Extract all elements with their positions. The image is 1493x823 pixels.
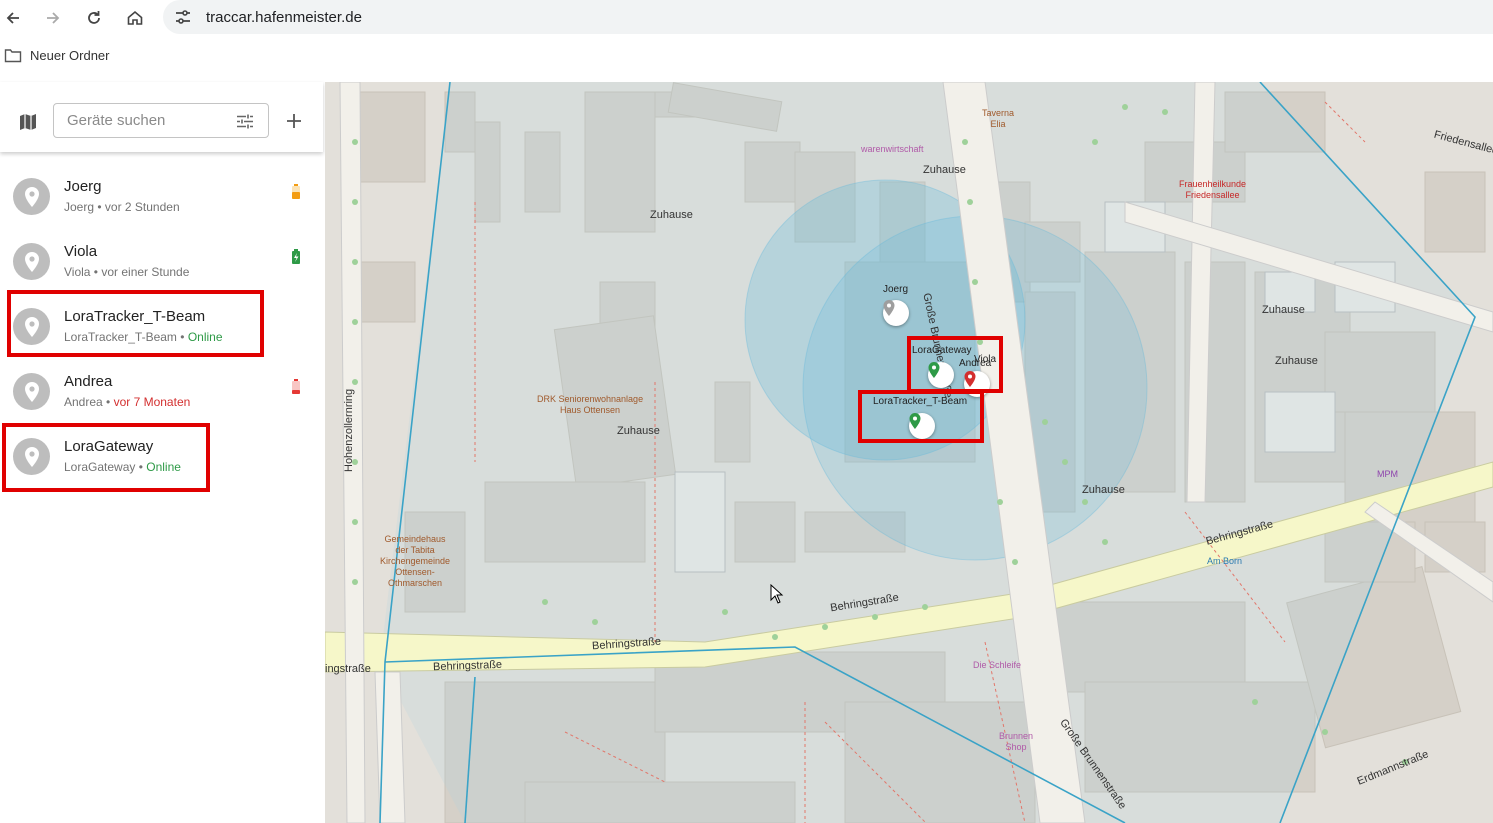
plus-icon: [287, 114, 301, 128]
marker-label-loratracker: LoraTracker_T-Beam: [873, 396, 968, 407]
street-label-hohenzollernring: Hohenzollernring: [343, 388, 355, 472]
street-label-behringstrasse: Behringstraße: [432, 658, 503, 674]
street-label-ringstrasse: ingstraße: [325, 663, 371, 675]
device-subtitle: Joerg • vor 2 Stunden: [64, 200, 180, 214]
device-name: LoraTracker_T-Beam: [64, 308, 206, 325]
device-status: vor einer Stunde: [101, 265, 190, 279]
location-pin-icon: [13, 438, 50, 475]
browser-toolbar: traccar.hafenmeister.de: [0, 0, 1493, 36]
home-icon: [127, 10, 143, 25]
device-search: [53, 103, 269, 138]
separator: •: [90, 265, 102, 279]
device-name: Andrea: [64, 373, 113, 390]
map-poi-drk: DRK Seniorenwohnanlage Haus Ottensen: [537, 394, 644, 415]
location-pin-icon: [13, 308, 50, 345]
separator: •: [135, 460, 147, 474]
battery-charging-icon: [291, 249, 301, 270]
device-subname: Joerg: [64, 200, 95, 214]
device-subtitle: Andrea • vor 7 Monaten: [64, 395, 190, 409]
map-label-zuhause: Zuhause: [1262, 304, 1305, 316]
forward-arrow-icon: [47, 12, 60, 24]
marker-joerg[interactable]: [883, 300, 909, 326]
separator: •: [176, 330, 188, 344]
url-text: traccar.hafenmeister.de: [206, 9, 362, 26]
separator: •: [94, 200, 105, 214]
location-pin-gray-icon: [883, 300, 895, 316]
map-icon: [20, 114, 36, 130]
reload-button[interactable]: [81, 5, 107, 31]
reload-icon: [88, 11, 100, 24]
map-poi-warenwirtschaft: warenwirtschaft: [861, 144, 924, 154]
location-pin-icon: [13, 373, 50, 410]
map-poi-am-born: Am Born: [1207, 556, 1243, 566]
device-item-joerg[interactable]: Joerg Joerg • vor 2 Stunden: [0, 164, 323, 229]
location-pin-icon: [13, 178, 50, 215]
device-name: Viola: [64, 243, 98, 260]
marker-label-loragateway: LoraGateway: [912, 345, 972, 356]
back-arrow-icon: [6, 12, 19, 24]
device-subname: LoraTracker_T-Beam: [64, 330, 177, 344]
device-subname: Andrea: [64, 395, 103, 409]
map-poi-taverna: Taverna Elia: [982, 108, 1015, 129]
device-item-viola[interactable]: Viola Viola • vor einer Stunde: [0, 229, 323, 294]
device-name: Joerg: [64, 178, 102, 195]
device-item-loratracker[interactable]: LoraTracker_T-Beam LoraTracker_T-Beam • …: [0, 294, 323, 359]
map-label-zuhause: Zuhause: [1082, 484, 1125, 496]
map-label-zuhause: Zuhause: [1275, 355, 1318, 367]
device-status-online: Online: [187, 330, 223, 344]
device-search-input[interactable]: [65, 111, 229, 130]
map-label-zuhause: Zuhause: [923, 164, 966, 176]
marker-label-viola: Viola: [974, 354, 997, 365]
device-item-andrea[interactable]: Andrea Andrea • vor 7 Monaten: [0, 359, 323, 424]
add-device-button[interactable]: [286, 113, 302, 134]
location-pin-green-icon: [928, 362, 940, 378]
filter-icon[interactable]: [236, 114, 254, 129]
device-subname: Viola: [64, 265, 91, 279]
battery-low-icon: [291, 379, 301, 400]
back-button[interactable]: [0, 5, 26, 31]
map-poi-brunnen-shop: Brunnen Shop: [999, 731, 1034, 752]
marker-andrea[interactable]: [964, 371, 990, 397]
map-poi-die-schleife: Die Schleife: [973, 660, 1022, 670]
map-view[interactable]: Zuhause Zuhause Zuhause Zuhause Zuhause …: [325, 82, 1493, 823]
mouse-cursor-icon: [770, 584, 784, 604]
separator: •: [102, 395, 114, 409]
map-label-zuhause: Zuhause: [650, 209, 693, 221]
map-poi-mpm: MPM: [1377, 469, 1398, 479]
location-pin-red-icon: [964, 371, 976, 387]
map-toggle-button[interactable]: [18, 112, 38, 137]
bookmark-folder-label: Neuer Ordner: [30, 48, 110, 63]
map-poi-gemeindehaus: Gemeindehaus der Tabita Kirchengemeinde …: [380, 534, 451, 588]
marker-loratracker[interactable]: [909, 413, 935, 439]
forward-button[interactable]: [40, 5, 66, 31]
device-status: vor 2 Stunden: [104, 200, 180, 214]
map-canvas: [325, 82, 1493, 823]
map-poi-frauenheilkunde: Frauenheilkunde Friedensallee: [1179, 179, 1247, 200]
device-subtitle: LoraGateway • Online: [64, 460, 181, 474]
device-status-offline: vor 7 Monaten: [113, 395, 191, 409]
traccar-app: Joerg Joerg • vor 2 Stunden Viola Viola …: [0, 82, 1493, 823]
device-subtitle: Viola • vor einer Stunde: [64, 265, 189, 279]
device-status-online: Online: [146, 460, 181, 474]
bookmark-folder[interactable]: Neuer Ordner: [4, 48, 109, 63]
location-pin-green-icon: [909, 413, 921, 429]
home-button[interactable]: [122, 5, 148, 31]
folder-icon: [4, 49, 22, 63]
battery-medium-icon: [291, 184, 301, 205]
marker-label-joerg: Joerg: [883, 284, 909, 295]
map-label-zuhause: Zuhause: [617, 425, 660, 437]
bookmarks-bar: Neuer Ordner: [0, 44, 1493, 72]
device-name: LoraGateway: [64, 438, 154, 455]
device-subtitle: LoraTracker_T-Beam • Online: [64, 330, 223, 344]
device-item-loragateway[interactable]: LoraGateway LoraGateway • Online: [0, 424, 323, 489]
device-sidebar: Joerg Joerg • vor 2 Stunden Viola Viola …: [0, 82, 326, 823]
sidebar-toolbar: [0, 82, 323, 152]
device-subname: LoraGateway: [64, 460, 136, 474]
site-settings-icon[interactable]: [174, 9, 192, 25]
address-bar[interactable]: traccar.hafenmeister.de: [163, 0, 1493, 34]
marker-loragateway[interactable]: [928, 362, 954, 388]
location-pin-icon: [13, 243, 50, 280]
